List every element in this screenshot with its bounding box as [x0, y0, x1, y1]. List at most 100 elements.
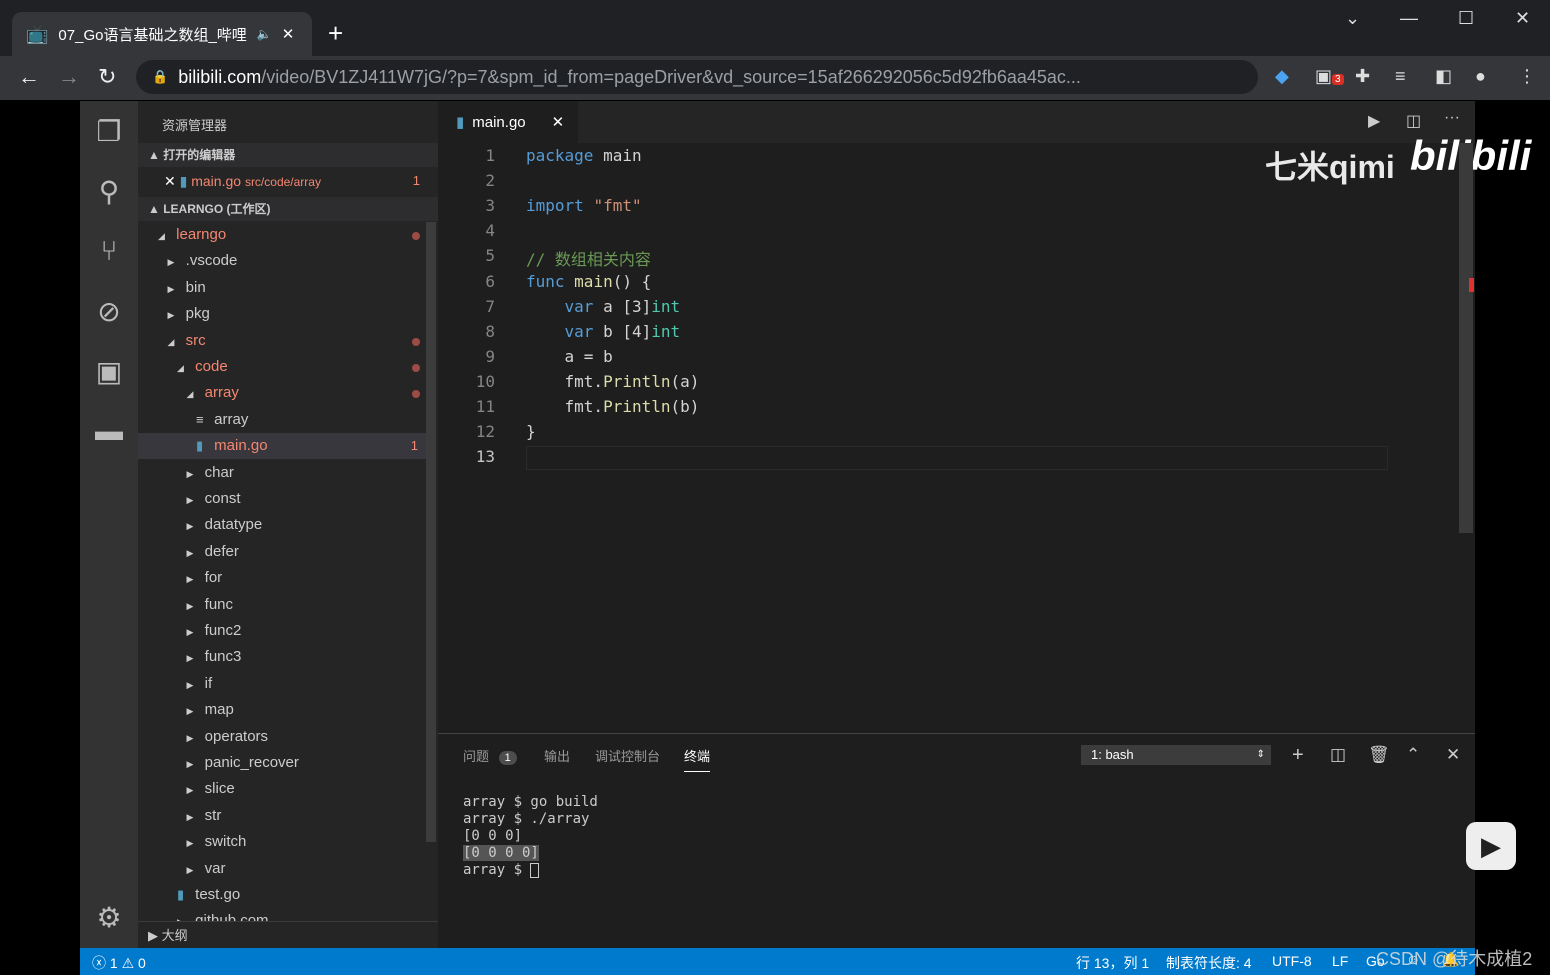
tree-item[interactable]: ◢ code: [138, 354, 428, 380]
profile-icon[interactable]: ●: [1475, 66, 1486, 87]
extension-badge-icon[interactable]: ▣ 3: [1315, 66, 1344, 87]
media-icon[interactable]: ≡: [1395, 66, 1406, 87]
folder-icon[interactable]: ▬: [80, 415, 138, 447]
sidebar-scrollbar[interactable]: [426, 222, 436, 842]
open-editors-header[interactable]: ▲ 打开的编辑器: [138, 143, 438, 167]
tree-item-label: operators: [204, 727, 269, 745]
tab-size[interactable]: 制表符长度: 4: [1166, 953, 1252, 973]
tree-item[interactable]: ▶ operators: [138, 724, 428, 750]
tree-item[interactable]: ▶ map: [138, 697, 428, 723]
forward-icon[interactable]: →: [58, 64, 80, 90]
source-control-icon[interactable]: ⑂: [80, 235, 138, 267]
settings-gear-icon[interactable]: ⚙: [80, 901, 138, 934]
tree-item[interactable]: ▶ func: [138, 592, 428, 618]
tree-item[interactable]: ◢ array: [138, 380, 428, 406]
tree-item[interactable]: ▶ bin: [138, 275, 428, 301]
tree-item[interactable]: ▶ func2: [138, 618, 428, 644]
error-badge: 1: [410, 438, 418, 454]
tree-item-label: var: [204, 859, 226, 877]
minimize-button[interactable]: —: [1400, 8, 1418, 29]
tab-title: 07_Go语言基础之数组_哔哩: [58, 26, 247, 44]
tab-debug-console[interactable]: 调试控制台: [595, 746, 660, 765]
tree-item[interactable]: ▶ const: [138, 486, 428, 512]
modified-dot: [412, 337, 420, 346]
bilibili-tv-play-icon[interactable]: ▶: [1466, 822, 1516, 870]
terminal-prompt[interactable]: array $: [463, 862, 540, 878]
tree-item[interactable]: ◢ src: [138, 328, 428, 354]
editor-tab-main-go[interactable]: ▮ main.go ✕: [438, 101, 578, 143]
maximize-panel-icon[interactable]: ⌃: [1406, 745, 1420, 765]
line-number: 1: [485, 146, 495, 165]
explorer-icon[interactable]: ❐: [80, 115, 138, 148]
tree-item[interactable]: ▮ main.go 1: [138, 433, 428, 460]
tree-item[interactable]: ▮ test.go: [138, 882, 428, 908]
tree-item[interactable]: ≡ array: [138, 407, 428, 433]
tree-item[interactable]: ◢ learngo: [138, 222, 428, 248]
chevron-right-icon: ▶: [186, 732, 194, 743]
line-number: 10: [475, 371, 495, 391]
close-tab-icon[interactable]: ✕: [282, 25, 295, 43]
run-icon[interactable]: ▶: [1368, 111, 1380, 131]
tree-item-label: datatype: [204, 516, 263, 534]
problems-status[interactable]: ⓧ 1 ⚠ 0: [92, 953, 146, 973]
tree-item-label: map: [204, 701, 234, 719]
tree-item[interactable]: ▶ char: [138, 460, 428, 486]
tree-item-label: switch: [204, 833, 247, 851]
outline-header[interactable]: ▶ 大纲: [138, 921, 438, 948]
tree-item[interactable]: ▶ datatype: [138, 512, 428, 538]
editor-scrollbar[interactable]: [1459, 143, 1473, 533]
close-icon[interactable]: ✕: [164, 173, 176, 189]
tree-item[interactable]: ▶ var: [138, 856, 428, 882]
chevron-right-icon: ▶: [186, 811, 194, 822]
new-tab-button[interactable]: +: [328, 18, 343, 49]
debug-icon[interactable]: ⊘: [80, 295, 138, 328]
split-terminal-icon[interactable]: ◫: [1330, 745, 1346, 765]
new-terminal-icon[interactable]: +: [1292, 744, 1304, 767]
tree-item[interactable]: ▶ for: [138, 565, 428, 591]
code-line: func main() {: [526, 271, 652, 291]
tab-terminal[interactable]: 终端: [684, 746, 711, 772]
encoding[interactable]: UTF-8: [1272, 953, 1312, 969]
reload-icon[interactable]: ↻: [98, 64, 116, 90]
chevron-right-icon: ▶: [186, 547, 194, 558]
trash-icon[interactable]: 🗑: [1368, 745, 1390, 765]
close-tab-icon[interactable]: ✕: [552, 113, 565, 131]
extensions-icon[interactable]: ▣: [80, 355, 138, 388]
file-icon: ≡: [196, 411, 204, 427]
tab-problems[interactable]: 问题 1: [463, 746, 517, 765]
open-editor-item[interactable]: ✕ ▮ main.go src/code/array 1: [164, 173, 430, 190]
tree-item[interactable]: ▶ github.com: [138, 908, 428, 922]
address-bar[interactable]: 🔒 bilibili.com /video/BV1ZJ411W7jG/?p=7&…: [136, 60, 1258, 94]
tab-search-icon[interactable]: ⌄: [1345, 8, 1360, 29]
status-bar: ⓧ 1 ⚠ 0 行 13，列 1 制表符长度: 4 UTF-8 LF Go ☺ …: [80, 948, 1475, 975]
audio-icon[interactable]: 🔈: [257, 27, 272, 41]
tree-item[interactable]: ▶ switch: [138, 829, 428, 855]
tree-item[interactable]: ▶ slice: [138, 776, 428, 802]
back-icon[interactable]: ←: [18, 64, 40, 90]
tree-item[interactable]: ▶ defer: [138, 539, 428, 565]
tree-item[interactable]: ▶ if: [138, 671, 428, 697]
menu-icon[interactable]: ⋮: [1518, 66, 1536, 87]
search-icon[interactable]: ⚲: [80, 175, 138, 208]
tab-output[interactable]: 输出: [544, 746, 570, 765]
close-window-button[interactable]: ✕: [1515, 8, 1530, 29]
tree-item[interactable]: ▶ .vscode: [138, 248, 428, 274]
tree-item[interactable]: ▶ func3: [138, 644, 428, 670]
line-ending[interactable]: LF: [1332, 953, 1348, 969]
more-actions-icon[interactable]: ···: [1444, 109, 1460, 127]
cursor-position[interactable]: 行 13，列 1: [1076, 953, 1149, 973]
chevron-right-icon: ▶: [186, 706, 194, 717]
tree-item[interactable]: ▶ pkg: [138, 301, 428, 327]
tree-item-label: .vscode: [185, 252, 238, 270]
browser-tab[interactable]: 📺 07_Go语言基础之数组_哔哩 🔈 ✕: [12, 12, 312, 56]
side-panel-icon[interactable]: ◧: [1435, 66, 1452, 87]
close-panel-icon[interactable]: ✕: [1446, 745, 1460, 765]
extension-icon[interactable]: ◆: [1275, 66, 1289, 87]
maximize-button[interactable]: ☐: [1458, 8, 1474, 29]
workspace-header[interactable]: ▲ LEARNGO (工作区): [138, 197, 438, 221]
terminal-select[interactable]: 1: bash ⇕: [1081, 745, 1271, 765]
tree-item[interactable]: ▶ str: [138, 803, 428, 829]
puzzle-icon[interactable]: ✚: [1355, 66, 1370, 87]
split-editor-icon[interactable]: ◫: [1406, 111, 1421, 131]
tree-item[interactable]: ▶ panic_recover: [138, 750, 428, 776]
